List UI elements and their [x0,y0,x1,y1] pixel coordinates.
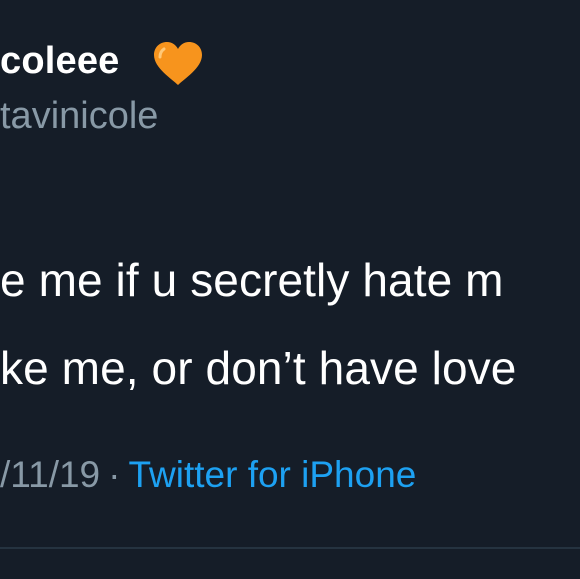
divider [0,547,580,549]
user-handle[interactable]: tavinicole [0,93,158,139]
display-name[interactable]: coleee [0,36,120,86]
tweet-source-link[interactable]: Twitter for iPhone [128,454,416,495]
tweet-text-line: ke me, or don’t have love [0,342,517,394]
tweet-date[interactable]: /11/19 [0,454,100,495]
tweet-meta: /11/19 · Twitter for iPhone [0,452,416,498]
tweet-text-line: e me if u secretly hate m [0,254,504,306]
meta-separator: · [108,454,121,495]
tweet-card: coleee tavinicole e me if u secretly hat… [0,0,580,579]
tweet-text: e me if u secretly hate m ke me, or don’… [0,236,516,412]
orange-heart-icon [154,42,202,85]
